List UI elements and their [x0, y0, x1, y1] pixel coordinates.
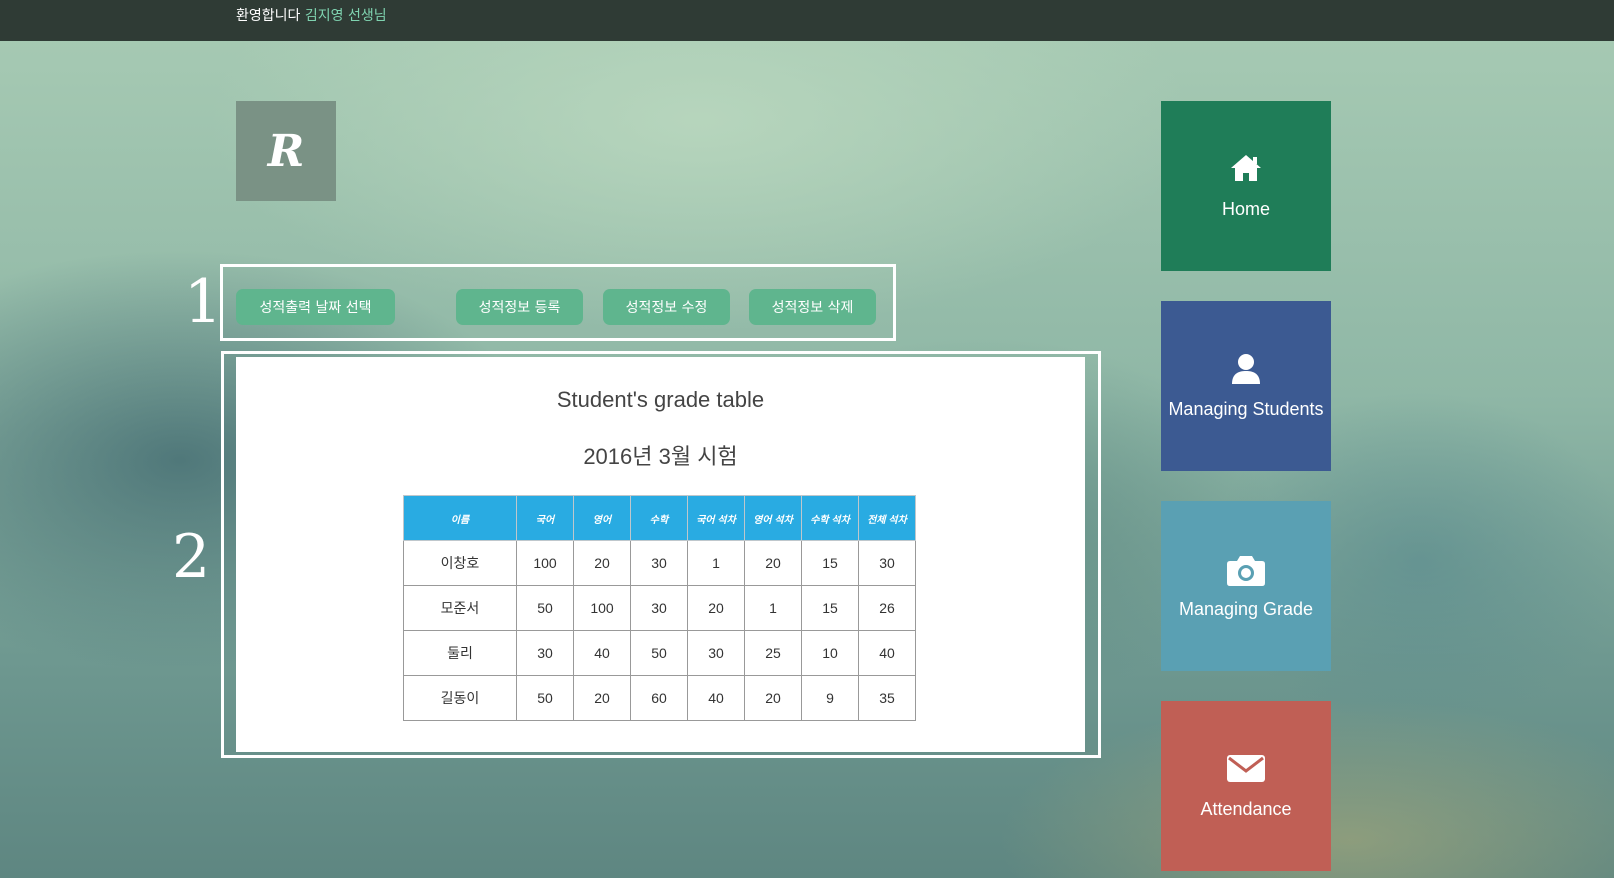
column-header: 수학 [630, 495, 688, 541]
table-cell: 15 [801, 585, 859, 631]
select-date-button[interactable]: 성적출력 날짜 선택 [236, 289, 395, 325]
grade-table: 이름 국어 영어 수학 국어 석차 영어 석차 수학 석차 전체 석차 이창호 … [403, 495, 916, 721]
table-header-row: 이름 국어 영어 수학 국어 석차 영어 석차 수학 석차 전체 석차 [403, 495, 916, 541]
table-cell: 20 [687, 585, 745, 631]
column-header: 전체 석차 [858, 495, 916, 541]
table-cell: 둘리 [403, 630, 517, 676]
camera-icon [1161, 553, 1331, 587]
column-header: 영어 [573, 495, 631, 541]
table-cell: 30 [516, 630, 574, 676]
table-cell: 50 [630, 630, 688, 676]
annotation-marker-2: 2 [172, 522, 211, 592]
logo[interactable]: R [236, 101, 336, 201]
column-header: 수학 석차 [801, 495, 859, 541]
table-cell: 100 [573, 585, 631, 631]
table-cell: 30 [858, 540, 916, 586]
nav-tile-attendance[interactable]: Attendance [1161, 701, 1331, 871]
table-cell: 40 [858, 630, 916, 676]
table-cell: 15 [801, 540, 859, 586]
table-row: 모준서 50 100 30 20 1 15 26 [403, 585, 916, 631]
table-cell: 10 [801, 630, 859, 676]
table-cell: 25 [744, 630, 802, 676]
home-icon [1161, 153, 1331, 187]
nav-label-grade: Managing Grade [1178, 599, 1314, 619]
table-cell: 20 [573, 540, 631, 586]
table-row: 둘리 30 40 50 30 25 10 40 [403, 630, 916, 676]
top-bar: 환영합니다 김지영 선생님 [0, 0, 1614, 41]
delete-grade-button[interactable]: 성적정보 삭제 [749, 289, 876, 325]
annotation-marker-1: 1 [184, 267, 223, 337]
edit-grade-button[interactable]: 성적정보 수정 [603, 289, 730, 325]
table-cell: 50 [516, 585, 574, 631]
nav-tile-grade[interactable]: Managing Grade [1161, 501, 1331, 671]
table-cell: 50 [516, 675, 574, 721]
envelope-icon [1161, 753, 1331, 787]
nav-label-attendance: Attendance [1200, 799, 1292, 819]
nav-tile-students[interactable]: Managing Students [1161, 301, 1331, 471]
nav-label-students: Managing Students [1168, 399, 1324, 419]
table-row: 길동이 50 20 60 40 20 9 35 [403, 675, 916, 721]
table-cell: 1 [687, 540, 745, 586]
table-cell: 이창호 [403, 540, 517, 586]
table-cell: 20 [573, 675, 631, 721]
welcome-message: 환영합니다 김지영 선생님 [236, 5, 387, 25]
table-cell: 60 [630, 675, 688, 721]
nav-tile-home[interactable]: Home [1161, 101, 1331, 271]
table-cell: 30 [630, 585, 688, 631]
table-cell: 1 [744, 585, 802, 631]
table-cell: 40 [687, 675, 745, 721]
column-header: 이름 [403, 495, 517, 541]
table-cell: 26 [858, 585, 916, 631]
table-cell: 30 [687, 630, 745, 676]
nav-label-home: Home [1221, 199, 1270, 219]
grade-table-title: Student's grade table [556, 387, 765, 412]
table-cell: 35 [858, 675, 916, 721]
table-cell: 모준서 [403, 585, 517, 631]
welcome-text: 환영합니다 [236, 8, 301, 24]
table-cell: 길동이 [403, 675, 517, 721]
table-cell: 20 [744, 675, 802, 721]
grade-panel: Student's grade table 2016년 3월 시험 이름 국어 … [236, 357, 1085, 752]
column-header: 영어 석차 [744, 495, 802, 541]
table-row: 이창호 100 20 30 1 20 15 30 [403, 540, 916, 586]
logo-letter: R [267, 125, 305, 177]
table-cell: 9 [801, 675, 859, 721]
exam-subtitle: 2016년 3월 시험 [583, 444, 738, 469]
table-cell: 30 [630, 540, 688, 586]
table-cell: 100 [516, 540, 574, 586]
teacher-name: 김지영 선생님 [304, 8, 387, 24]
column-header: 국어 석차 [687, 495, 745, 541]
user-icon [1161, 353, 1331, 387]
column-header: 국어 [516, 495, 574, 541]
table-cell: 20 [744, 540, 802, 586]
register-grade-button[interactable]: 성적정보 등록 [456, 289, 583, 325]
table-cell: 40 [573, 630, 631, 676]
